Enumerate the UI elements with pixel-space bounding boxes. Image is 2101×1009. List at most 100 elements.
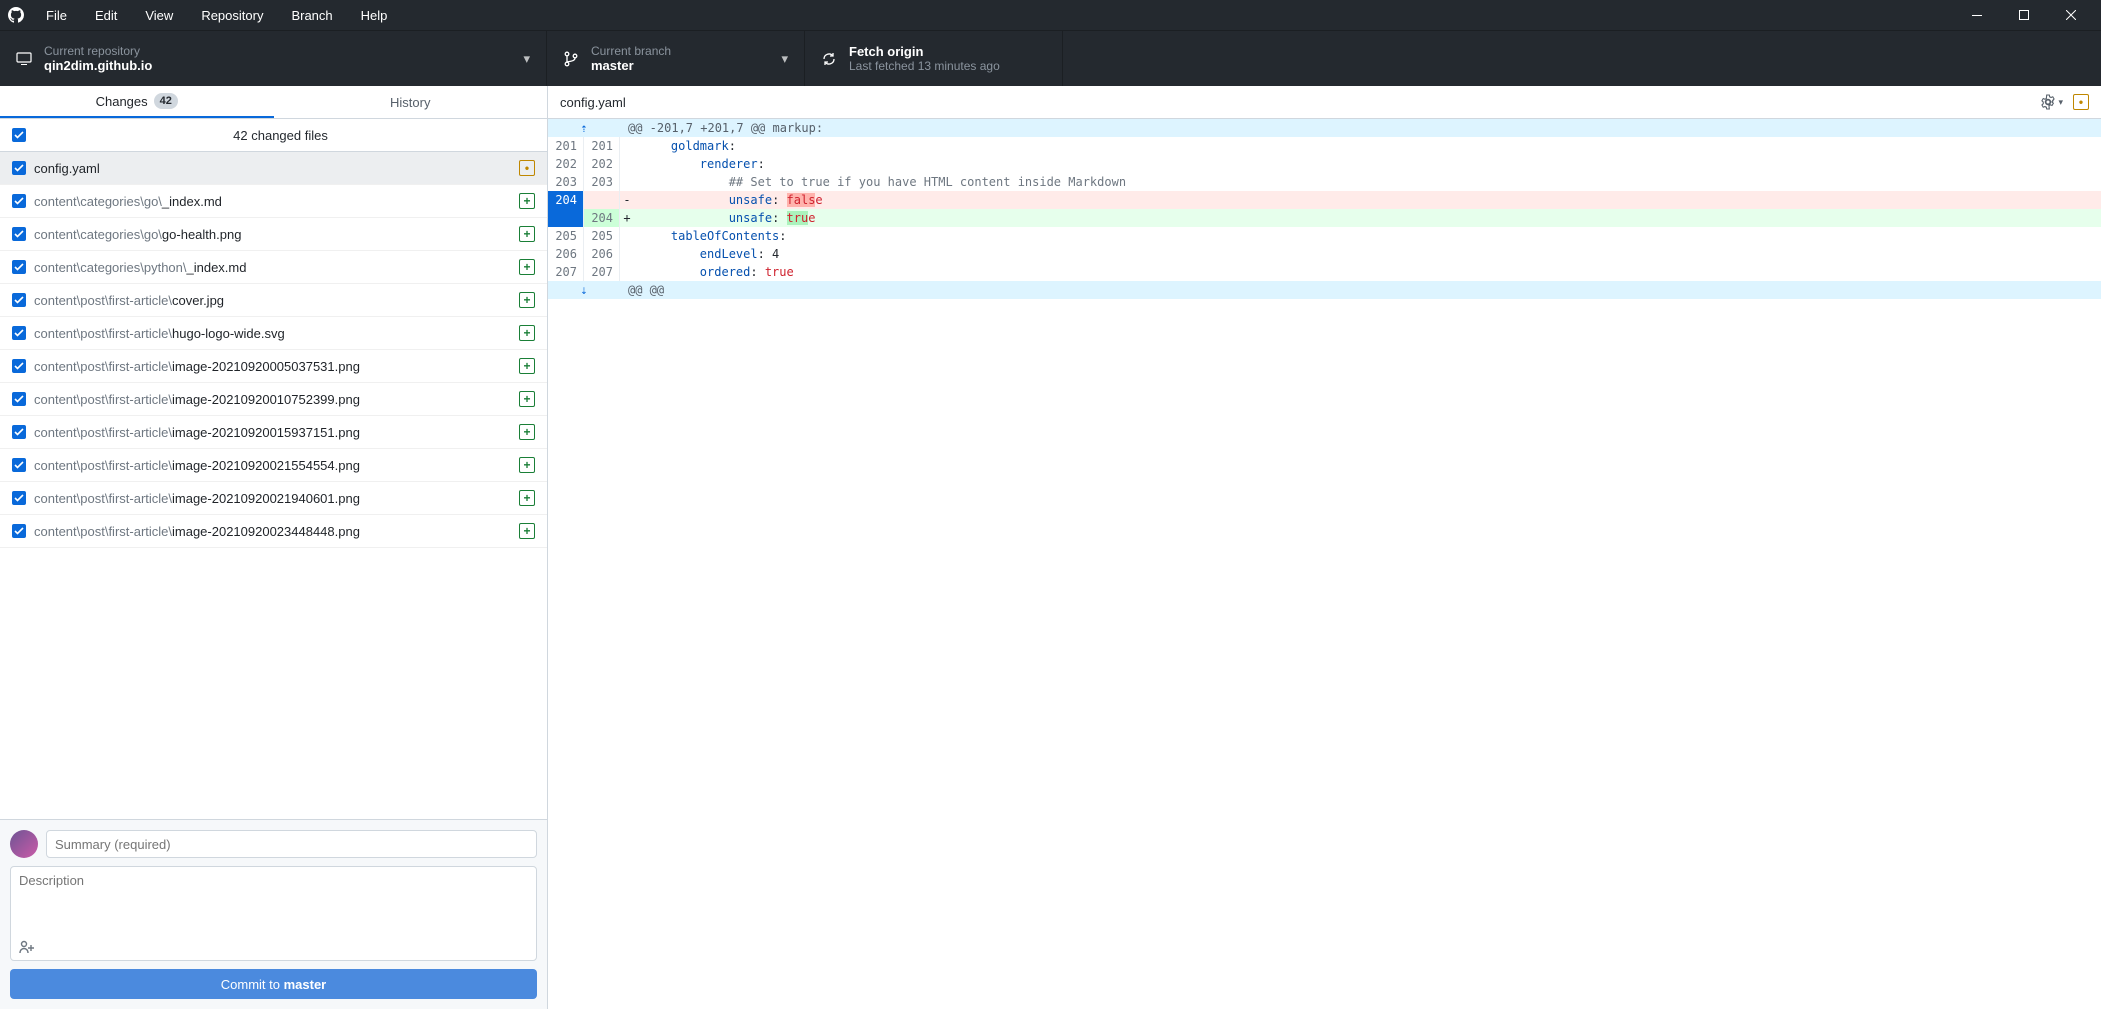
add-coauthor-icon[interactable]: [19, 940, 35, 954]
file-row[interactable]: config.yaml•: [0, 152, 547, 185]
file-path: content\post\first-article\cover.jpg: [34, 293, 511, 308]
diff-hunk-header[interactable]: ⇡@@ -201,7 +201,7 @@ markup:: [548, 119, 2101, 137]
status-added-icon: +: [519, 292, 535, 308]
branch-sublabel: Current branch: [591, 44, 769, 58]
file-checkbox[interactable]: [12, 491, 26, 505]
changed-files-count: 42 changed files: [26, 128, 535, 143]
fetch-origin-button[interactable]: Fetch origin Last fetched 13 minutes ago: [805, 31, 1063, 86]
diff-line[interactable]: 204- unsafe: false: [548, 191, 2101, 209]
file-checkbox[interactable]: [12, 194, 26, 208]
diff-pane: config.yaml ▾ • ⇡@@ -201,7 +201,7 @@ mar…: [548, 86, 2101, 1009]
tab-changes-label: Changes: [96, 94, 148, 109]
status-added-icon: +: [519, 325, 535, 341]
file-row[interactable]: content\post\first-article\image-2021092…: [0, 482, 547, 515]
commit-button[interactable]: Commit to master: [10, 969, 537, 999]
repository-selector[interactable]: Current repository qin2dim.github.io ▾: [0, 31, 547, 86]
file-checkbox[interactable]: [12, 227, 26, 241]
menu-edit[interactable]: Edit: [85, 4, 127, 27]
file-row[interactable]: content\post\first-article\image-2021092…: [0, 416, 547, 449]
description-input[interactable]: [19, 873, 528, 933]
file-checkbox[interactable]: [12, 326, 26, 340]
file-row[interactable]: content\post\first-article\image-2021092…: [0, 350, 547, 383]
file-row[interactable]: content\post\first-article\image-2021092…: [0, 515, 547, 548]
file-path: content\post\first-article\image-2021092…: [34, 425, 511, 440]
status-added-icon: +: [519, 358, 535, 374]
diff-body[interactable]: ⇡@@ -201,7 +201,7 @@ markup:201201 goldm…: [548, 119, 2101, 1009]
file-path: content\post\first-article\image-2021092…: [34, 458, 511, 473]
summary-input[interactable]: [46, 830, 537, 858]
tab-changes[interactable]: Changes 42: [0, 86, 274, 118]
menu-bar: File Edit View Repository Branch Help: [36, 4, 1954, 27]
file-path: content\post\first-article\image-2021092…: [34, 359, 511, 374]
menu-help[interactable]: Help: [351, 4, 398, 27]
file-checkbox[interactable]: [12, 260, 26, 274]
status-modified-icon: •: [519, 160, 535, 176]
file-row[interactable]: content\post\first-article\image-2021092…: [0, 383, 547, 416]
status-added-icon: +: [519, 193, 535, 209]
file-checkbox[interactable]: [12, 359, 26, 373]
branch-icon: [563, 51, 579, 67]
window-maximize[interactable]: [2001, 0, 2046, 30]
file-row[interactable]: content\categories\python\_index.md +: [0, 251, 547, 284]
file-checkbox[interactable]: [12, 293, 26, 307]
status-added-icon: +: [519, 523, 535, 539]
file-path: content\post\first-article\image-2021092…: [34, 392, 511, 407]
tab-history-label: History: [390, 95, 430, 110]
window-close[interactable]: [2048, 0, 2093, 30]
file-path: content\categories\go\_index.md: [34, 194, 511, 209]
branch-selector[interactable]: Current branch master ▾: [547, 31, 805, 86]
diff-line[interactable]: 203203 ## Set to true if you have HTML c…: [548, 173, 2101, 191]
commit-form: Commit to master: [0, 819, 547, 1009]
diff-line[interactable]: 207207 ordered: true: [548, 263, 2101, 281]
titlebar: File Edit View Repository Branch Help: [0, 0, 2101, 30]
diff-settings-button[interactable]: ▾: [2040, 94, 2063, 110]
menu-file[interactable]: File: [36, 4, 77, 27]
status-added-icon: +: [519, 424, 535, 440]
file-row[interactable]: content\categories\go\go-health.png+: [0, 218, 547, 251]
status-added-icon: +: [519, 226, 535, 242]
status-added-icon: +: [519, 490, 535, 506]
sync-icon: [821, 51, 837, 67]
file-checkbox[interactable]: [12, 524, 26, 538]
menu-view[interactable]: View: [135, 4, 183, 27]
diff-status-icon: •: [2073, 94, 2089, 110]
chevron-down-icon: ▾: [781, 51, 788, 67]
menu-repository[interactable]: Repository: [191, 4, 273, 27]
file-row[interactable]: content\post\first-article\image-2021092…: [0, 449, 547, 482]
file-row[interactable]: content\categories\go\_index.md +: [0, 185, 547, 218]
toolbar: Current repository qin2dim.github.io ▾ C…: [0, 30, 2101, 86]
file-checkbox[interactable]: [12, 392, 26, 406]
diff-line[interactable]: 206206 endLevel: 4: [548, 245, 2101, 263]
diff-hunk-header[interactable]: ⇣@@ @@: [548, 281, 2101, 299]
changes-count-badge: 42: [154, 93, 178, 109]
diff-line[interactable]: 204+ unsafe: true: [548, 209, 2101, 227]
diff-filename: config.yaml: [560, 95, 2030, 110]
repo-sublabel: Current repository: [44, 44, 511, 58]
github-icon: [8, 7, 24, 23]
file-list: config.yaml•content\categories\go\_index…: [0, 152, 547, 819]
monitor-icon: [16, 51, 32, 67]
file-row[interactable]: content\post\first-article\cover.jpg +: [0, 284, 547, 317]
diff-line[interactable]: 201201 goldmark:: [548, 137, 2101, 155]
menu-branch[interactable]: Branch: [281, 4, 342, 27]
fetch-sublabel: Last fetched 13 minutes ago: [849, 59, 1046, 73]
file-row[interactable]: content\post\first-article\hugo-logo-wid…: [0, 317, 547, 350]
file-path: content\categories\python\_index.md: [34, 260, 511, 275]
select-all-checkbox[interactable]: [12, 128, 26, 142]
file-checkbox[interactable]: [12, 161, 26, 175]
diff-line[interactable]: 205205 tableOfContents:: [548, 227, 2101, 245]
diff-line[interactable]: 202202 renderer:: [548, 155, 2101, 173]
status-added-icon: +: [519, 457, 535, 473]
status-added-icon: +: [519, 259, 535, 275]
changes-header: 42 changed files: [0, 119, 547, 152]
sidebar: Changes 42 History 42 changed files conf…: [0, 86, 548, 1009]
file-checkbox[interactable]: [12, 425, 26, 439]
file-path: content\post\first-article\hugo-logo-wid…: [34, 326, 511, 341]
tab-history[interactable]: History: [274, 86, 548, 118]
file-checkbox[interactable]: [12, 458, 26, 472]
branch-name: master: [591, 58, 769, 73]
window-minimize[interactable]: [1954, 0, 1999, 30]
file-path: content\post\first-article\image-2021092…: [34, 524, 511, 539]
repo-name: qin2dim.github.io: [44, 58, 511, 73]
chevron-down-icon: ▾: [523, 51, 530, 67]
